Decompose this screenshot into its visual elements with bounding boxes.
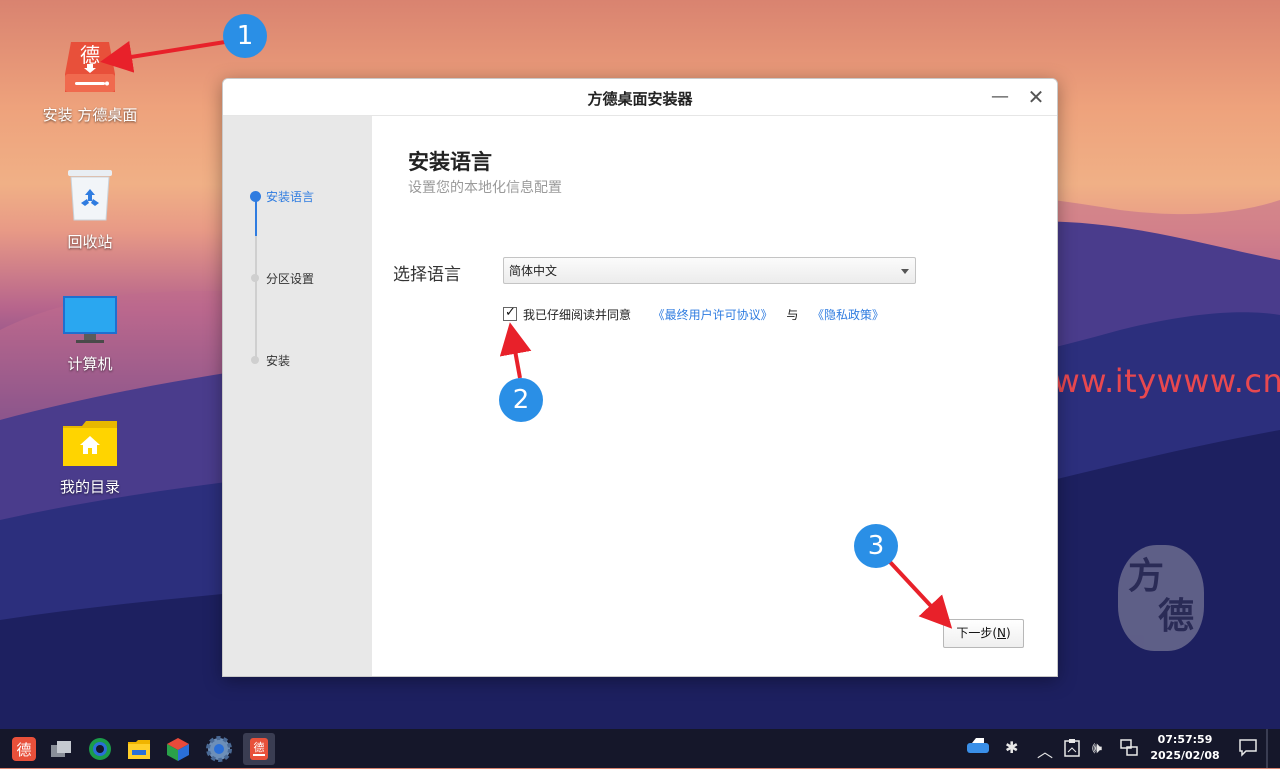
- step-install: 安装: [251, 352, 290, 369]
- privacy-link[interactable]: 《隐私政策》: [812, 308, 884, 322]
- computer-icon: [63, 296, 117, 343]
- eula-link[interactable]: 《最终用户许可协议》: [653, 308, 773, 322]
- settings-gear-icon: [206, 736, 232, 762]
- start-glyph: 德: [16, 741, 31, 759]
- minimize-button[interactable]: —: [987, 85, 1013, 109]
- next-button-accelerator: N: [997, 626, 1006, 640]
- callout-3: 3: [854, 524, 898, 568]
- title-bar[interactable]: 方德桌面安装器 — ✕: [223, 79, 1057, 116]
- language-select-value: 简体中文: [509, 264, 558, 278]
- installer-window: 方德桌面安装器 — ✕ 安装语言 分区设置 安装 安装语言 设置您的本地化信息配…: [222, 78, 1058, 677]
- step-partition: 分区设置: [251, 270, 314, 287]
- taskbar-settings[interactable]: [203, 733, 235, 765]
- seal-logo: 方 德: [1118, 545, 1204, 651]
- app-store-icon: [167, 738, 189, 761]
- window-title: 方德桌面安装器: [587, 90, 693, 108]
- check-icon: ✓: [505, 305, 516, 320]
- step-language: 安装语言: [250, 188, 315, 205]
- agreement-row: ✓ 我已仔细阅读并同意 《最终用户许可协议》 与 《隐私政策》: [503, 305, 884, 323]
- system-clock[interactable]: 07:57:59 2025/02/08: [1150, 732, 1220, 764]
- next-button-label-end: ): [1005, 626, 1011, 640]
- file-manager-icon: [128, 740, 150, 759]
- recycle-bin-icon: [68, 170, 112, 221]
- desktop-icon-label: 回收站: [67, 233, 113, 251]
- clipboard-icon[interactable]: [1064, 739, 1080, 761]
- clock-date: 2025/02/08: [1150, 749, 1220, 762]
- close-button[interactable]: ✕: [1023, 85, 1049, 109]
- desktop-icon-label: 计算机: [67, 355, 113, 373]
- seal-char: 德: [1158, 596, 1195, 637]
- desktop-icon-label: 我的目录: [59, 478, 120, 496]
- desktop-icon-trash[interactable]: 回收站: [35, 167, 145, 252]
- step-label: 安装语言: [266, 190, 315, 204]
- bluetooth-icon[interactable]: ✱: [1005, 738, 1018, 757]
- taskbar-installer[interactable]: 德: [243, 733, 275, 765]
- agree-text: 我已仔细阅读并同意: [523, 308, 632, 322]
- watermark-text: www.itywww.cn: [1027, 362, 1280, 400]
- callout-1: 1: [223, 14, 267, 58]
- notification-icon[interactable]: [1238, 737, 1258, 761]
- step-label: 分区设置: [266, 272, 315, 286]
- clock-time: 07:57:59: [1157, 733, 1213, 746]
- browser-icon: [89, 738, 111, 760]
- home-folder-icon: [63, 421, 117, 466]
- steps-sidebar: 安装语言 分区设置 安装: [223, 116, 372, 676]
- multitask-view-icon: [51, 741, 71, 757]
- taskbar-browser[interactable]: [84, 733, 116, 765]
- next-button-label: 下一步(: [956, 626, 997, 640]
- network-icon[interactable]: [1120, 739, 1138, 761]
- step-dot: [250, 191, 261, 202]
- drive-icon[interactable]: [966, 737, 990, 761]
- desktop-icon-computer[interactable]: 计算机: [35, 295, 145, 374]
- taskbar: 德 德 ✱ ︿ 🕪 07:57:59 2025/02/08: [0, 729, 1280, 768]
- step-label: 安装: [266, 354, 291, 368]
- and-text: 与: [786, 308, 799, 322]
- callout-2: 2: [499, 378, 543, 422]
- installer-taskbar-glyph: 德: [254, 740, 265, 754]
- language-label: 选择语言: [393, 265, 461, 285]
- step-dot: [251, 274, 259, 282]
- page-subtitle: 设置您的本地化信息配置: [408, 180, 562, 196]
- step-dot: [251, 356, 259, 364]
- next-button[interactable]: 下一步(N): [943, 619, 1024, 648]
- content-pane: 安装语言 设置您的本地化信息配置 选择语言 简体中文 ✓ 我已仔细阅读并同意 《最…: [373, 116, 1057, 676]
- seal-char: 方: [1128, 556, 1165, 597]
- expand-tray-icon[interactable]: ︿: [1037, 738, 1053, 762]
- volume-icon[interactable]: 🕪: [1092, 738, 1102, 758]
- installer-app-icon: 德: [65, 42, 115, 92]
- installer-icon: 德: [250, 738, 268, 760]
- agree-checkbox[interactable]: ✓: [503, 305, 517, 321]
- show-desktop-divider: [1266, 729, 1268, 768]
- desktop-icon-home[interactable]: 我的目录: [35, 420, 145, 497]
- start-menu-button[interactable]: 德: [8, 733, 40, 765]
- desktop-icon-label: 安装 方德桌面: [42, 106, 138, 124]
- desktop-icon-installer[interactable]: 德 安装 方德桌面: [35, 38, 145, 125]
- taskbar-files[interactable]: [123, 733, 155, 765]
- taskbar-appstore[interactable]: [162, 733, 194, 765]
- fangde-start-icon: 德: [12, 737, 36, 761]
- language-select[interactable]: 简体中文: [503, 257, 916, 284]
- chevron-down-icon: [901, 269, 909, 274]
- page-title: 安装语言: [408, 150, 492, 174]
- taskbar-multitask[interactable]: [45, 733, 77, 765]
- installer-glyph: 德: [80, 43, 100, 67]
